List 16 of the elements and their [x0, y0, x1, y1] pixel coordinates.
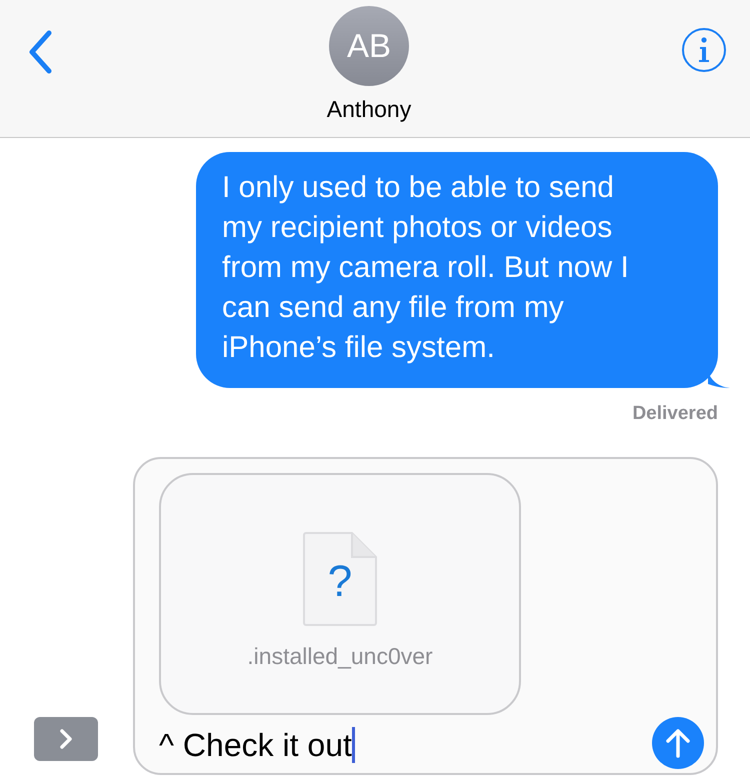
- text-cursor: [352, 726, 355, 762]
- file-name: .installed_unc0ver: [247, 642, 433, 670]
- message-text: ^ Check it out: [159, 726, 352, 764]
- expand-apps-button[interactable]: [34, 716, 98, 760]
- delivery-status: Delivered: [632, 402, 718, 426]
- send-button[interactable]: [652, 716, 704, 768]
- chevron-left-icon: [27, 30, 53, 74]
- file-attachment-card[interactable]: ? .installed_unc0ver: [159, 472, 521, 714]
- message-bubble: I only used to be able to send my recipient photos or videos from my camera roll. But now I can send any file from my iPhone’s file system.: [196, 152, 718, 388]
- contact-name[interactable]: Anthony: [326, 92, 412, 126]
- info-button[interactable]: [682, 28, 726, 72]
- file-icon: ?: [302, 530, 378, 626]
- chevron-right-icon: [59, 728, 73, 750]
- message-input-field[interactable]: ? .installed_unc0ver ^ Check it out: [133, 456, 718, 774]
- arrow-up-icon: [665, 728, 691, 758]
- info-icon: [697, 36, 711, 64]
